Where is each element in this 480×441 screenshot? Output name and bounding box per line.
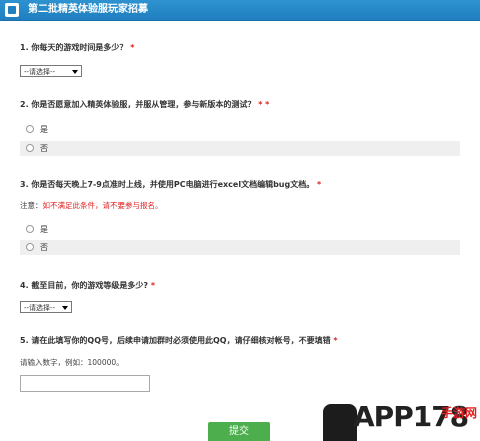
qq-number-input[interactable] (20, 375, 150, 392)
survey-logo-icon (5, 3, 19, 17)
question-3-option-yes[interactable]: 是 (20, 222, 460, 237)
dropdown-arrow-icon (62, 306, 68, 310)
question-3: 3. 你是否每天晚上7-9点准时上线，并使用PC电脑进行excel文档编辑bug… (20, 179, 321, 190)
required-marker: * (317, 180, 322, 189)
required-marker: * * (258, 100, 270, 109)
note-prefix: 注意： (20, 201, 43, 210)
question-2-option-no[interactable]: 否 (20, 141, 460, 156)
question-4-select[interactable]: --请选择-- (20, 301, 72, 313)
question-5-text: 5. 请在此填写你的QQ号，后续申请加群时必须使用此QQ，请仔细核对帐号，不要填… (20, 336, 331, 345)
radio-button[interactable] (26, 225, 34, 233)
question-2-option-yes[interactable]: 是 (20, 122, 460, 137)
required-marker: * (130, 43, 135, 52)
option-label: 否 (40, 243, 48, 252)
question-4-text: 4. 截至目前，你的游戏等级是多少? (20, 281, 149, 290)
survey-header: 第二批精英体验服玩家招募 (0, 0, 480, 21)
question-2-text: 2. 你是否愿意加入精英体验服，并服从管理，参与新版本的测试？ (20, 100, 256, 109)
dropdown-arrow-icon (72, 70, 78, 74)
question-1: 1. 你每天的游戏时间是多少？ * (20, 42, 134, 53)
question-5-hint: 请输入数字，例如：100000。 (20, 358, 124, 367)
question-2: 2. 你是否愿意加入精英体验服，并服从管理，参与新版本的测试？ * * (20, 99, 269, 110)
question-4: 4. 截至目前，你的游戏等级是多少? * (20, 280, 155, 291)
radio-button[interactable] (26, 243, 34, 251)
option-label: 是 (40, 125, 48, 134)
question-5: 5. 请在此填写你的QQ号，后续申请加群时必须使用此QQ，请仔细核对帐号，不要填… (20, 335, 338, 346)
radio-button[interactable] (26, 125, 34, 133)
radio-button[interactable] (26, 144, 34, 152)
watermark-site: 手游网 (441, 406, 478, 420)
required-marker: * (150, 281, 156, 290)
question-3-option-no[interactable]: 否 (20, 240, 460, 255)
watermark: APP178 手游网 (323, 400, 480, 441)
note-warning: 如不满足此条件，请不要参与报名。 (42, 201, 163, 210)
option-label: 否 (40, 144, 48, 153)
required-marker: * (333, 336, 338, 345)
question-3-text: 3. 你是否每天晚上7-9点准时上线，并使用PC电脑进行excel文档编辑bug… (20, 180, 315, 189)
option-label: 是 (40, 225, 48, 234)
question-1-text: 1. 你每天的游戏时间是多少？ (20, 43, 128, 52)
question-3-note: 注意：如不满足此条件，请不要参与报名。 (20, 200, 163, 211)
question-1-select[interactable]: --请选择-- (20, 65, 82, 77)
select-value: --请选择-- (24, 68, 56, 76)
submit-button[interactable]: 提交 (208, 422, 270, 441)
select-value: --请选择-- (24, 304, 56, 312)
watermark-logo-icon (323, 404, 357, 441)
survey-title: 第二批精英体验服玩家招募 (28, 4, 148, 15)
